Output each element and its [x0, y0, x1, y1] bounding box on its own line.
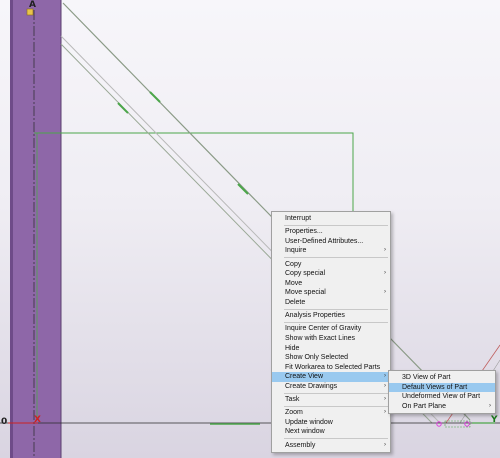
create-view-submenu: 3D View of Part Default Views of Part Unde…	[388, 370, 496, 415]
menu-item-label: Create Drawings	[285, 382, 338, 390]
menu-item-label: Undeformed View of Part	[402, 393, 481, 401]
menu-item-label: Inquire	[285, 247, 307, 255]
menu-item-label: Show with Exact Lines	[285, 334, 356, 342]
menu-separator	[284, 257, 388, 259]
menu-item-default-views-of-part[interactable]: Default Views of Part	[389, 382, 495, 393]
menu-separator	[284, 224, 388, 226]
menu-item-label: Copy special	[285, 270, 326, 278]
menu-item-label: Zoom	[285, 409, 303, 417]
submenu-arrow-icon: ›	[384, 289, 386, 296]
magenta-marker-2	[464, 421, 470, 427]
menu-item-delete[interactable]: Delete	[272, 298, 390, 308]
menu-item-label: User-Defined Attributes...	[285, 237, 364, 245]
menu-item-label: Default Views of Part	[402, 383, 468, 391]
menu-item-3d-view-of-part[interactable]: 3D View of Part	[389, 373, 495, 383]
submenu-arrow-icon: ›	[384, 382, 386, 389]
context-menu: Interrupt Properties... User-Defined Attri…	[271, 211, 391, 454]
y-axis-label: Y	[491, 415, 498, 425]
submenu-arrow-icon: ›	[384, 396, 386, 403]
menu-item-label: Copy	[285, 260, 302, 268]
menu-item-show-only-selected[interactable]: Show Only Selected	[272, 353, 390, 363]
brace-accent-3	[237, 183, 249, 195]
menu-item-copy[interactable]: Copy	[272, 260, 390, 270]
submenu-arrow-icon: ›	[384, 270, 386, 277]
menu-item-assembly[interactable]: Assembly ›	[272, 441, 390, 451]
menu-separator	[284, 308, 388, 310]
submenu-arrow-icon: ›	[384, 409, 386, 416]
menu-item-properties[interactable]: Properties...	[272, 227, 390, 237]
menu-item-inquire-center-of-gravity[interactable]: Inquire Center of Gravity	[272, 324, 390, 334]
brace-accent-1	[149, 91, 161, 103]
menu-item-fit-workarea-to-selected-parts[interactable]: Fit Workarea to Selected Parts	[272, 363, 390, 373]
menu-item-move[interactable]: Move	[272, 279, 390, 289]
brace-accent-2	[117, 102, 129, 114]
menu-item-label: Analysis Properties	[285, 312, 345, 320]
menu-item-label: Show Only Selected	[285, 354, 349, 362]
menu-item-create-view[interactable]: Create View ›	[272, 372, 390, 382]
menu-separator	[284, 322, 388, 324]
menu-item-inquire[interactable]: Inquire ›	[272, 246, 390, 256]
menu-item-user-defined-attributes[interactable]: User-Defined Attributes...	[272, 237, 390, 247]
menu-item-label: Update window	[285, 418, 333, 426]
menu-item-update-window[interactable]: Update window	[272, 418, 390, 428]
menu-item-next-window[interactable]: Next window	[272, 427, 390, 437]
x-axis-marker: X	[34, 415, 41, 425]
menu-item-label: Fit Workarea to Selected Parts	[285, 363, 381, 371]
menu-item-label: Next window	[285, 428, 325, 436]
menu-item-undeformed-view-of-part[interactable]: Undeformed View of Part	[389, 392, 495, 402]
menu-item-show-with-exact-lines[interactable]: Show with Exact Lines	[272, 334, 390, 344]
menu-item-label: On Part Plane	[402, 402, 446, 410]
submenu-arrow-icon: ›	[384, 373, 386, 380]
column-part[interactable]	[10, 0, 61, 458]
grid-label-0: 0	[1, 417, 8, 427]
menu-item-label: Task	[285, 396, 300, 404]
menu-item-move-special[interactable]: Move special ›	[272, 288, 390, 298]
menu-item-label: Move	[285, 279, 303, 287]
menu-item-create-drawings[interactable]: Create Drawings ›	[272, 382, 390, 392]
menu-separator	[284, 392, 388, 394]
grid-label-a: A	[29, 0, 36, 10]
menu-item-label: Hide	[285, 344, 300, 352]
menu-item-label: Delete	[285, 298, 306, 306]
menu-item-analysis-properties[interactable]: Analysis Properties	[272, 311, 390, 321]
menu-separator	[284, 405, 388, 407]
menu-separator	[284, 438, 388, 440]
menu-item-label: Assembly	[285, 441, 316, 449]
submenu-arrow-icon: ›	[384, 247, 386, 254]
menu-item-interrupt[interactable]: Interrupt	[272, 214, 390, 224]
brace-line-1[interactable]	[62, 2, 471, 421]
menu-item-label: 3D View of Part	[402, 374, 451, 381]
submenu-arrow-icon: ›	[384, 441, 386, 448]
column-part-left-edge	[10, 0, 13, 458]
menu-item-label: Interrupt	[285, 215, 312, 222]
menu-item-task[interactable]: Task ›	[272, 395, 390, 405]
menu-item-on-part-plane[interactable]: On Part Plane ›	[389, 402, 495, 412]
menu-item-zoom[interactable]: Zoom ›	[272, 408, 390, 418]
menu-item-copy-special[interactable]: Copy special ›	[272, 269, 390, 279]
menu-item-label: Create View	[285, 373, 324, 381]
menu-item-label: Move special	[285, 289, 326, 297]
menu-item-label: Properties...	[285, 228, 323, 236]
menu-item-hide[interactable]: Hide	[272, 344, 390, 354]
submenu-arrow-icon: ›	[489, 402, 491, 409]
menu-item-label: Inquire Center of Gravity	[285, 325, 362, 333]
